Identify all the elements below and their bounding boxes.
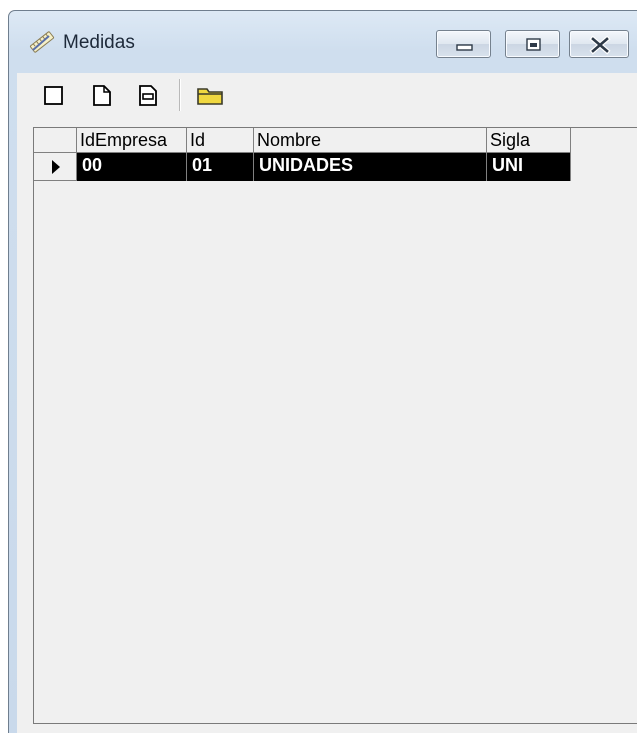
medidas-window: Medidas IdEmpresa Id Nombre Sigla 00 01 … [8,10,637,733]
header-indicator-cell [34,128,77,153]
cell-nombre[interactable]: UNIDADES [254,153,487,181]
column-header-id[interactable]: Id [187,128,254,153]
row-indicator[interactable] [34,153,77,181]
minimize-icon [456,44,473,51]
window-title: Medidas [63,32,135,53]
client-area: IdEmpresa Id Nombre Sigla 00 01 UNIDADES… [17,117,637,733]
new-blank-button[interactable] [41,81,67,109]
open-folder-button[interactable] [195,81,227,109]
title-bar[interactable]: Medidas [9,11,637,71]
cell-sigla[interactable]: UNI [487,153,571,181]
column-header-sigla[interactable]: Sigla [487,128,571,153]
minimize-button[interactable] [436,30,491,58]
toolbar [17,73,637,117]
blank-page-icon [44,86,63,105]
cell-idempresa[interactable]: 00 [77,153,187,181]
folder-icon [197,88,223,105]
document-icon [93,85,111,106]
maximize-icon [526,38,541,51]
form-icon [139,85,157,106]
edit-record-button[interactable] [135,81,161,109]
row-pointer-icon [52,160,60,174]
cell-id[interactable]: 01 [187,153,254,181]
column-header-idempresa[interactable]: IdEmpresa [77,128,187,153]
new-document-button[interactable] [89,81,115,109]
close-button[interactable] [569,30,629,58]
toolbar-separator [179,79,180,111]
data-grid[interactable]: IdEmpresa Id Nombre Sigla 00 01 UNIDADES… [33,127,637,724]
close-icon [589,35,611,55]
column-header-nombre[interactable]: Nombre [254,128,487,153]
maximize-button[interactable] [505,30,560,58]
ruler-pencil-icon [29,31,55,53]
